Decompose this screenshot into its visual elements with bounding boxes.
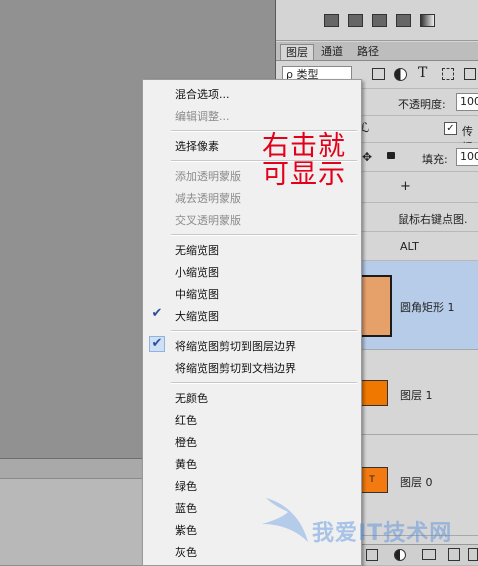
smart-object-filter-icon[interactable] <box>464 68 476 80</box>
folder-icon[interactable] <box>422 549 436 560</box>
opacity-label: 不透明度: <box>398 98 446 111</box>
shape-filter-icon[interactable] <box>442 68 454 80</box>
propagate-checkbox[interactable]: ✓ <box>444 122 457 135</box>
menu-item-blending-options[interactable]: 混合选项... <box>175 86 230 102</box>
menu-item-small-thumbnails[interactable]: 小缩览图 <box>175 264 219 280</box>
menu-item-color-none[interactable]: 无颜色 <box>175 390 208 406</box>
fill-label: 填充: <box>422 153 448 166</box>
opacity-input[interactable]: 100 <box>456 93 478 111</box>
menu-item-color-blue[interactable]: 蓝色 <box>175 500 197 516</box>
add-icon[interactable]: + <box>400 179 411 194</box>
levels-icon[interactable] <box>348 14 363 27</box>
layer-name: 图层 1 <box>400 389 433 402</box>
menu-item-select-pixels[interactable]: 选择像素 <box>175 138 219 154</box>
menu-item-color-violet[interactable]: 紫色 <box>175 522 197 538</box>
move-lock-icon[interactable]: ✥ <box>362 150 372 164</box>
menu-item-color-green[interactable]: 绿色 <box>175 478 197 494</box>
watermark-text: 我爱IT技术网 <box>312 521 453 546</box>
menu-item-color-orange[interactable]: 橙色 <box>175 434 197 450</box>
menu-item-clip-to-document-bounds[interactable]: 将缩览图剪切到文档边界 <box>175 360 296 376</box>
curves-icon[interactable] <box>372 14 387 27</box>
tab-channels[interactable]: 通道 <box>316 44 348 59</box>
menu-item-color-gray[interactable]: 灰色 <box>175 544 197 560</box>
layer-name: 圆角矩形 1 <box>400 301 455 314</box>
checkmark-icon: ✔ <box>149 336 165 352</box>
menu-separator <box>171 330 357 332</box>
gradient-icon[interactable] <box>420 14 435 27</box>
exposure-icon[interactable] <box>396 14 411 27</box>
alt-label: ALT <box>400 240 419 253</box>
layer-name: 图层 0 <box>400 476 433 489</box>
menu-item-subtract-transparency-mask[interactable]: 减去透明蒙版 <box>175 190 241 206</box>
trash-icon[interactable] <box>468 548 478 561</box>
tab-layers[interactable]: 图层 <box>280 44 314 60</box>
text-filter-icon[interactable]: T <box>418 65 427 81</box>
menu-item-add-transparency-mask[interactable]: 添加透明蒙版 <box>175 168 241 184</box>
hint-text: 鼠标右键点图. <box>398 213 468 226</box>
adjustment-filter-icon[interactable] <box>394 68 407 81</box>
mask-icon[interactable] <box>366 549 378 561</box>
tab-paths[interactable]: 路径 <box>352 44 384 59</box>
menu-item-color-red[interactable]: 红色 <box>175 412 197 428</box>
menu-item-no-thumbnails[interactable]: 无缩览图 <box>175 242 219 258</box>
watermark-wing-icon <box>262 498 308 542</box>
menu-item-edit-adjustment[interactable]: 编辑调整... <box>175 108 230 124</box>
menu-item-intersect-transparency-mask[interactable]: 交叉透明蒙版 <box>175 212 241 228</box>
new-layer-icon[interactable] <box>448 548 460 561</box>
menu-item-medium-thumbnails[interactable]: 中缩览图 <box>175 286 219 302</box>
brightness-icon[interactable] <box>324 14 339 27</box>
annotation-line-2: 可显示 <box>262 159 346 190</box>
menu-item-clip-to-layer-bounds[interactable]: 将缩览图剪切到图层边界 <box>175 338 296 354</box>
menu-item-large-thumbnails[interactable]: 大缩览图 <box>175 308 219 324</box>
lock-icon[interactable] <box>387 152 395 159</box>
menu-item-color-yellow[interactable]: 黄色 <box>175 456 197 472</box>
adjustment-layer-icon[interactable] <box>394 549 406 561</box>
menu-separator <box>171 234 357 236</box>
adjustment-toolbar <box>276 0 478 41</box>
checkmark-icon: ✔ <box>151 306 163 321</box>
panel-tabs: 图层 通道 路径 <box>276 42 478 61</box>
fill-input[interactable]: 100 <box>456 148 478 166</box>
menu-separator <box>171 382 357 384</box>
image-filter-icon[interactable] <box>372 68 385 80</box>
